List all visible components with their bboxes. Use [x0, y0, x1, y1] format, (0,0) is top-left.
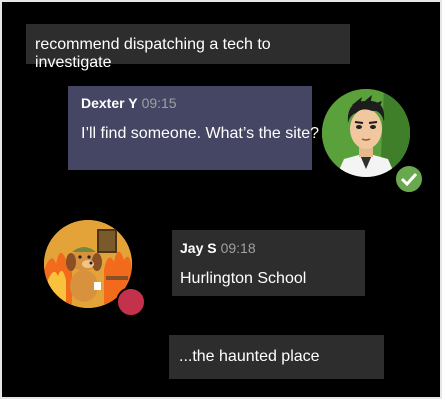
cartoon-man-avatar-icon[interactable]	[322, 89, 410, 177]
message-bubble: ...the haunted place	[169, 335, 384, 379]
available-status-badge	[394, 164, 424, 194]
message-time: 09:18	[220, 240, 256, 256]
author-name: Dexter Y	[81, 95, 138, 111]
message-bubble: recommend dispatching a tech to investig…	[26, 24, 350, 71]
message-text: Hurlington School	[180, 270, 307, 287]
message-meta: Dexter Y 09:15	[81, 94, 312, 112]
message-bubble: Jay S 09:18 Hurlington School	[172, 230, 365, 296]
busy-status-badge	[116, 287, 146, 317]
author-name: Jay S	[180, 240, 217, 256]
chat-panel: recommend dispatching a tech to investig…	[0, 0, 442, 399]
message-time: 09:15	[141, 95, 177, 111]
message-text: recommend dispatching a tech to investig…	[35, 36, 271, 71]
message-text: ...the haunted place	[179, 348, 320, 365]
message-bubble: Dexter Y 09:15 I’ll find someone. What’s …	[68, 86, 320, 170]
message-meta: Jay S 09:18	[180, 239, 365, 257]
message-text: I’ll find someone. What’s the site?	[81, 125, 320, 142]
checkmark-icon	[400, 172, 418, 186]
